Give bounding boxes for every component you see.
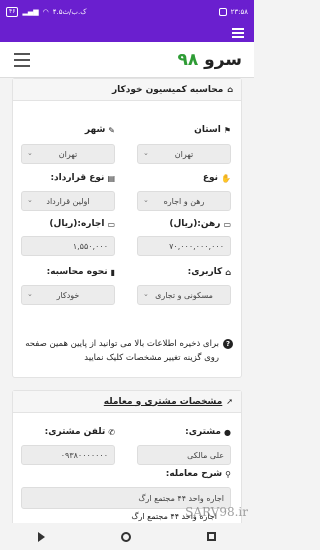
description-label: ⚲ شرح معامله: (165, 469, 231, 479)
save-hint-text: برای ذخیره اطلاعات بالا می توانید از پای… (25, 339, 219, 363)
contract-type-label: ▤ نوع قرارداد: (50, 173, 115, 183)
app-number: ۹۸ (177, 50, 199, 70)
home-icon[interactable] (121, 531, 131, 542)
bookmark-icon: ▮ (110, 267, 115, 277)
calc-method-select[interactable]: خودکار ⌄ (21, 285, 115, 305)
battery-indicator: ۴۶ (6, 7, 19, 17)
app-logo[interactable]: سرو ۹۸ (177, 50, 242, 70)
pin-icon: ✎ (108, 125, 115, 135)
deposit-input[interactable]: ۷۰,۰۰۰,۰۰۰,۰۰۰ (137, 236, 231, 256)
chevron-down-icon: ⌄ (143, 290, 149, 298)
status-bar: ۴۶ ▂▄▆ ◠ ۴.۵ک.ب/ث ۲۳:۵۸ (0, 0, 254, 24)
status-right: ۲۳:۵۸ (218, 8, 248, 16)
handshake-icon: ✋ (221, 173, 231, 183)
file-icon: ▤ (107, 173, 115, 183)
house-icon: ⌂ (227, 85, 233, 94)
menu-icon[interactable] (232, 28, 244, 38)
save-hint: ? برای ذخیره اطلاعات بالا می توانید از پ… (21, 337, 233, 365)
type-select[interactable]: رهن و اجاره ⌄ (137, 191, 231, 211)
recents-icon[interactable] (207, 532, 216, 541)
chevron-down-icon: ⌄ (143, 196, 149, 204)
section-header: ⌂ محاسبه کمیسیون خودکار (13, 79, 241, 101)
section-title[interactable]: مشخصات مشتری و معامله (104, 397, 223, 407)
money-icon: ▭ (107, 219, 115, 229)
usage-label: ⌂ کاربری: (187, 267, 231, 277)
province-select[interactable]: تهران ⌄ (137, 144, 231, 164)
money-icon: ▭ (223, 219, 231, 229)
customer-input[interactable]: علی مالکی (137, 445, 231, 465)
app-header: سرو ۹۸ (0, 42, 254, 78)
back-icon[interactable] (38, 531, 45, 542)
flag-icon: ⚑ (223, 125, 231, 135)
top-bar (0, 24, 254, 42)
phone-icon: ✆ (108, 427, 115, 437)
commission-calculator-card: ⌂ محاسبه کمیسیون خودکار ⚑ استان تهران ⌄ ✎ ش… (12, 78, 242, 378)
network-speed: ۴.۵ک.ب/ث (52, 8, 87, 16)
rent-label: ▭ اجاره:(ریال) (49, 219, 115, 229)
customer-label: ● مشتری: (185, 427, 231, 437)
hamburger-menu-icon[interactable] (14, 53, 30, 67)
contract-type-select[interactable]: اولین قرارداد ⌄ (21, 191, 115, 211)
rocket-icon: ➚ (226, 397, 233, 406)
signal-icon: ▂▄▆ (22, 8, 39, 16)
type-label: ✋ نوع (202, 173, 231, 183)
chevron-down-icon: ⌄ (143, 149, 149, 157)
info-icon: ? (223, 339, 233, 349)
deposit-label: ▭ رهن:(ریال) (169, 219, 231, 229)
user-icon: ● (224, 427, 231, 437)
app-name: سرو (204, 50, 242, 70)
city-select[interactable]: تهران ⌄ (21, 144, 115, 164)
section-title: محاسبه کمیسیون خودکار (111, 84, 224, 95)
section-header: ➚ مشخصات مشتری و معامله (13, 391, 241, 413)
watermark: SARV98.ir (185, 505, 248, 519)
province-label: ⚑ استان (194, 125, 231, 135)
android-nav-bar (0, 523, 254, 550)
usage-select[interactable]: مسکونی و تجاری ⌄ (137, 285, 231, 305)
city-label: ✎ شهر (84, 125, 115, 135)
instagram-icon (218, 8, 227, 16)
status-left: ۴۶ ▂▄▆ ◠ ۴.۵ک.ب/ث (6, 7, 87, 17)
house-icon: ⌂ (225, 267, 231, 277)
clock: ۲۳:۵۸ (230, 8, 248, 16)
chevron-down-icon: ⌄ (27, 196, 33, 204)
chevron-down-icon: ⌄ (27, 149, 33, 157)
phone-label: ✆ تلفن مشتری: (44, 427, 115, 437)
wifi-icon: ◠ (42, 8, 49, 16)
phone-input[interactable]: ۰۹۳۸۰۰۰۰۰۰۰ (21, 445, 115, 465)
rent-input[interactable]: ۱,۵۵۰,۰۰۰ (21, 236, 115, 256)
calc-method-label: ▮ نحوه محاسبه: (46, 267, 115, 277)
location-icon: ⚲ (225, 469, 231, 479)
chevron-down-icon: ⌄ (27, 290, 33, 298)
